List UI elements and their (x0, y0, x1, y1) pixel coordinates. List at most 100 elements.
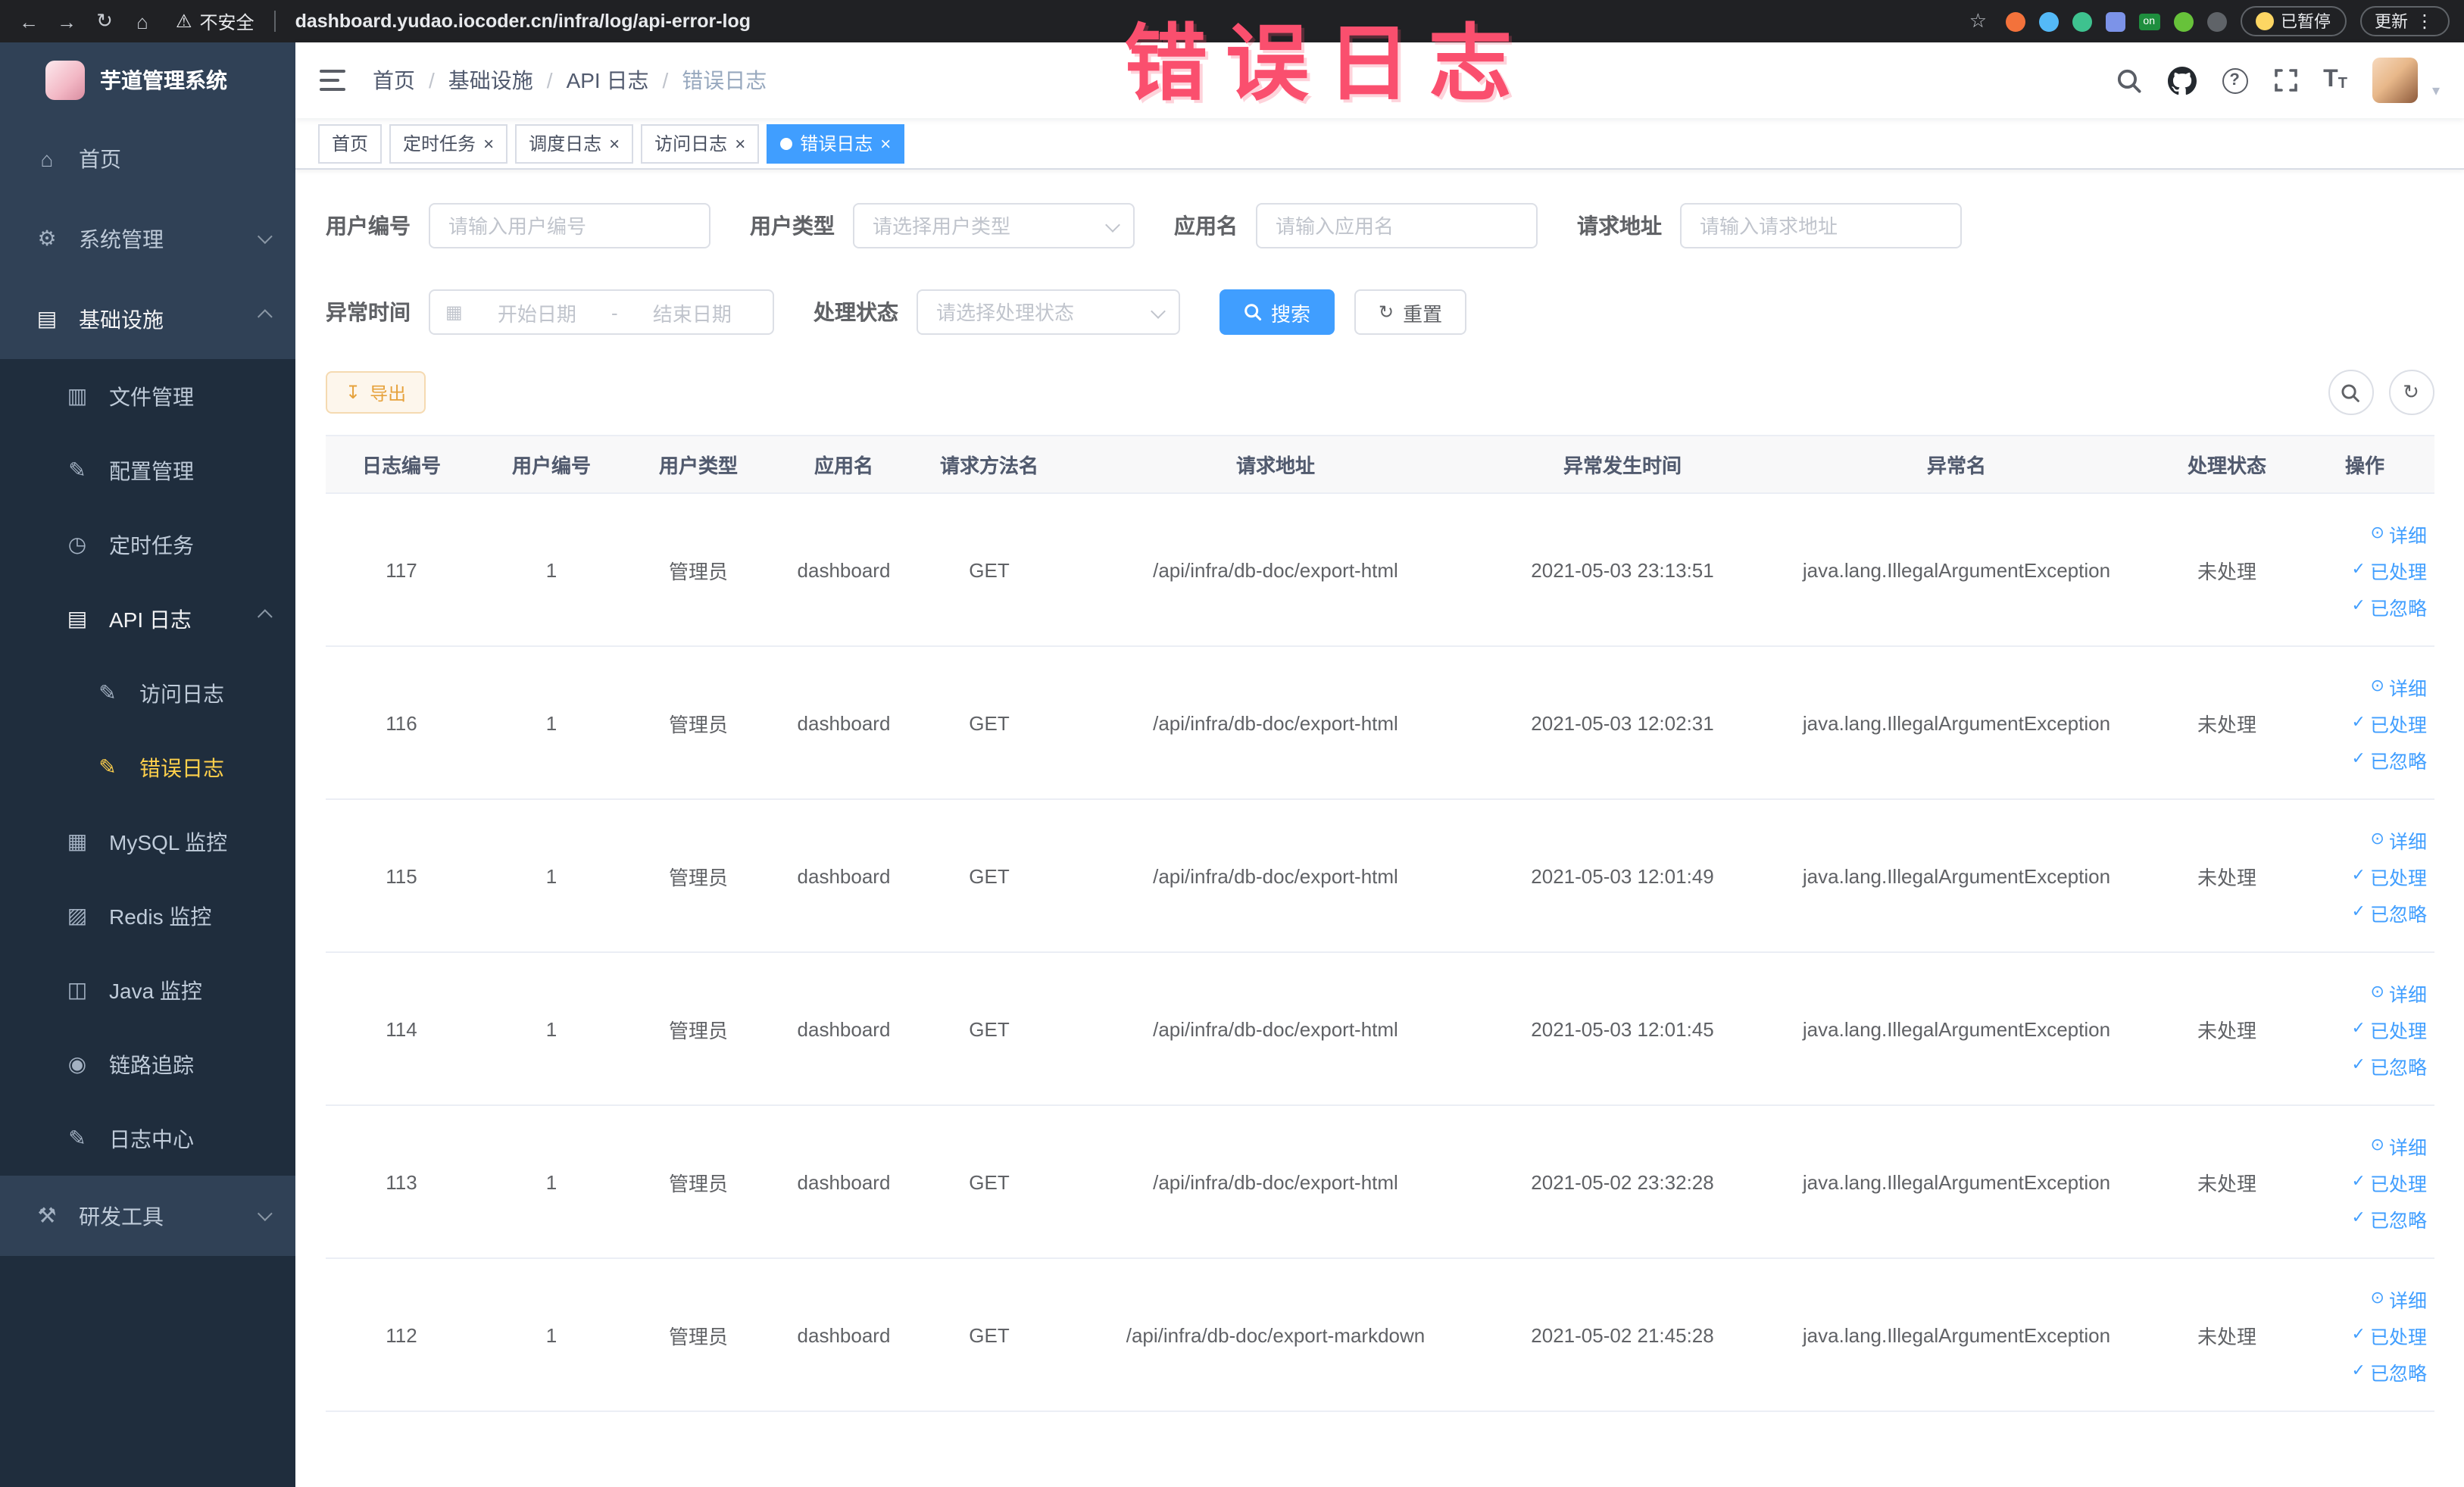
tab-home[interactable]: 首页 (318, 123, 383, 163)
sidebar-item-infra[interactable]: ▤ 基础设施 (0, 279, 295, 359)
processed-link[interactable]: ✓ 已处理 (2352, 555, 2427, 584)
close-icon[interactable]: × (609, 134, 620, 152)
tab-job-log[interactable]: 调度日志 × (515, 123, 634, 163)
export-button[interactable]: ↧ 导出 (326, 371, 426, 414)
help-icon[interactable]: ? (2222, 67, 2248, 93)
paused-label: 已暂停 (2281, 14, 2331, 32)
breadcrumb-item[interactable]: 基础设施 (448, 65, 533, 95)
update-button[interactable]: 更新 ⋮ (2359, 6, 2449, 36)
sidebar-item-config[interactable]: ✎ 配置管理 (0, 433, 295, 508)
extension-icon[interactable] (2206, 11, 2226, 31)
ignored-link[interactable]: ✓ 已忽略 (2352, 1051, 2427, 1079)
sidebar-item-cron[interactable]: ◷ 定时任务 (0, 508, 295, 582)
ignored-link[interactable]: ✓ 已忽略 (2352, 1204, 2427, 1232)
date-range-picker[interactable]: ▦ 开始日期 - 结束日期 (429, 289, 774, 335)
tab-error-log[interactable]: 错误日志 × (767, 123, 905, 163)
extension-icon[interactable] (2105, 11, 2125, 31)
sidebar-item-redis[interactable]: ▨ Redis 监控 (0, 879, 295, 953)
toggle-search-button[interactable] (2328, 370, 2373, 415)
search-icon[interactable] (2116, 67, 2141, 93)
sidebar-item-log-center[interactable]: ✎ 日志中心 (0, 1101, 295, 1176)
caret-down-icon[interactable]: ▾ (2432, 83, 2440, 103)
font-size-icon[interactable]: TT (2323, 67, 2347, 92)
tab-label: 首页 (332, 133, 369, 155)
url-bar[interactable]: dashboard.yudao.iocoder.cn/infra/log/api… (295, 11, 1954, 32)
browser-home-icon[interactable]: ⌂ (129, 10, 156, 33)
extension-icon[interactable] (2072, 11, 2092, 31)
page: ← → ↻ ⌂ ⚠ 不安全 dashboard.yudao.iocoder.cn… (0, 0, 2464, 1487)
user-type-select-input[interactable] (853, 203, 1135, 248)
sidebar-item-access-log[interactable]: ✎ 访问日志 (0, 656, 295, 730)
process-status-select-input[interactable] (917, 289, 1180, 335)
app-name-input[interactable] (1256, 203, 1538, 248)
breadcrumb-item[interactable]: 首页 (373, 65, 415, 95)
processed-link[interactable]: ✓ 已处理 (2352, 1014, 2427, 1043)
extension-icon[interactable] (2005, 11, 2025, 31)
sidebar-collapse-icon[interactable] (320, 70, 345, 91)
close-icon[interactable]: × (483, 134, 494, 152)
detail-label: 详细 (2388, 1290, 2427, 1311)
bookmark-star-icon[interactable]: ☆ (1964, 9, 1991, 33)
detail-link[interactable]: ⊙ 详细 (2371, 1131, 2427, 1160)
refresh-table-button[interactable]: ↻ (2388, 370, 2434, 415)
ignored-link[interactable]: ✓ 已忽略 (2352, 898, 2427, 926)
cell-status: 未处理 (2197, 1172, 2256, 1195)
sidebar-item-file[interactable]: ▥ 文件管理 (0, 359, 295, 433)
tab-cron[interactable]: 定时任务 × (389, 123, 508, 163)
processed-link[interactable]: ✓ 已处理 (2352, 861, 2427, 890)
close-icon[interactable]: × (735, 134, 745, 152)
processed-link[interactable]: ✓ 已处理 (2352, 1167, 2427, 1196)
extension-on-badge[interactable]: on (2138, 13, 2160, 30)
breadcrumb-separator: / (662, 68, 669, 92)
check-icon: ✓ (2351, 560, 2366, 578)
filter-label: 用户编号 (326, 214, 411, 238)
app-logo[interactable]: 芋道管理系统 (0, 42, 295, 118)
column-header: 处理状态 (2187, 455, 2266, 477)
reload-icon[interactable]: ↻ (91, 9, 118, 33)
sidebar-item-home[interactable]: ⌂ 首页 (0, 118, 295, 198)
sidebar-item-system[interactable]: ⚙ 系统管理 (0, 198, 295, 279)
user-id-input[interactable] (429, 203, 710, 248)
cell-exception: java.lang.IllegalArgumentException (1802, 1017, 2111, 1040)
processed-link[interactable]: ✓ 已处理 (2352, 708, 2427, 737)
sidebar-item-java[interactable]: ◫ Java 监控 (0, 953, 295, 1027)
fullscreen-icon[interactable] (2273, 68, 2297, 92)
detail-link[interactable]: ⊙ 详细 (2371, 825, 2427, 854)
detail-link[interactable]: ⊙ 详细 (2371, 519, 2427, 548)
reset-button[interactable]: ↻ 重置 (1354, 289, 1467, 335)
detail-link[interactable]: ⊙ 详细 (2371, 1284, 2427, 1313)
detail-link[interactable]: ⊙ 详细 (2371, 978, 2427, 1007)
tab-access-log[interactable]: 访问日志 × (641, 123, 760, 163)
request-url-input[interactable] (1680, 203, 1962, 248)
ignored-link[interactable]: ✓ 已忽略 (2352, 745, 2427, 773)
java-icon: ◫ (67, 977, 88, 1001)
breadcrumb-item[interactable]: API 日志 (567, 65, 649, 95)
ignored-link[interactable]: ✓ 已忽略 (2352, 1357, 2427, 1385)
sidebar-item-api-log[interactable]: ▤ API 日志 (0, 582, 295, 656)
back-icon[interactable]: ← (15, 10, 42, 33)
sidebar-item-label: 系统管理 (79, 226, 164, 251)
view-icon: ⊙ (2370, 523, 2384, 542)
processed-link[interactable]: ✓ 已处理 (2352, 1320, 2427, 1349)
ignored-link[interactable]: ✓ 已忽略 (2352, 592, 2427, 620)
security-chip[interactable]: ⚠ 不安全 (176, 8, 255, 34)
sidebar-item-error-log[interactable]: ✎ 错误日志 (0, 730, 295, 804)
user-type-select[interactable] (853, 203, 1135, 248)
forward-icon[interactable]: → (53, 10, 80, 33)
sidebar-item-tools[interactable]: ⚒ 研发工具 (0, 1176, 295, 1256)
sidebar-item-trace[interactable]: ◉ 链路追踪 (0, 1027, 295, 1101)
column-header: 操作 (2344, 455, 2384, 477)
sidebar-item-mysql[interactable]: ▦ MySQL 监控 (0, 804, 295, 879)
range-separator: - (611, 301, 618, 323)
search-button[interactable]: 搜索 (1220, 289, 1335, 335)
close-icon[interactable]: × (880, 134, 891, 152)
process-status-select[interactable] (917, 289, 1180, 335)
github-icon[interactable] (2167, 66, 2197, 95)
cell-user-type: 管理员 (668, 560, 728, 583)
extension-icon[interactable] (2173, 11, 2193, 31)
extension-icon[interactable] (2038, 11, 2059, 31)
paused-chip[interactable]: 已暂停 (2240, 6, 2346, 36)
avatar[interactable] (2372, 58, 2419, 103)
detail-link[interactable]: ⊙ 详细 (2371, 672, 2427, 701)
sidebar-item-label: 错误日志 (139, 755, 224, 779)
